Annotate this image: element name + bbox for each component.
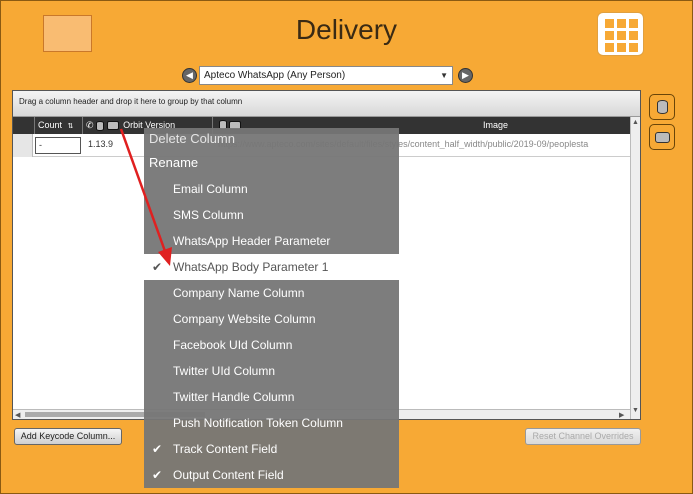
menu-item[interactable]: ✔ Output Content Field xyxy=(144,462,399,488)
menu-item-label: Company Name Column xyxy=(173,286,305,300)
scroll-up-icon[interactable]: ▲ xyxy=(632,119,639,126)
menu-item[interactable]: Twitter Handle Column xyxy=(144,384,399,410)
menu-item[interactable]: Twitter UId Column xyxy=(144,358,399,384)
menu-item-label: Twitter Handle Column xyxy=(173,390,295,404)
page-title: Delivery xyxy=(295,14,398,45)
menu-item-label: Company Website Column xyxy=(173,312,316,326)
column-header-label: Image xyxy=(483,120,509,130)
column-header-count[interactable]: Count ⇅ xyxy=(35,117,83,134)
check-icon: ✔ xyxy=(152,442,163,456)
menu-item-label: Track Content Field xyxy=(173,442,278,456)
menu-item-label: Facebook UId Column xyxy=(173,338,293,352)
grid-cell-icon xyxy=(617,19,626,28)
menu-item[interactable]: Email Column xyxy=(144,176,399,202)
row-header-column xyxy=(13,117,35,134)
count-cell[interactable]: - xyxy=(35,137,81,154)
menu-item-label: WhatsApp Header Parameter xyxy=(173,234,331,248)
grid-cell-icon xyxy=(629,43,638,52)
source-select[interactable]: Apteco WhatsApp (Any Person) ▼ xyxy=(199,66,453,85)
grid-cell-icon xyxy=(605,19,614,28)
grid-cell-icon xyxy=(629,31,638,40)
menu-item-label: Output Content Field xyxy=(173,468,284,482)
reset-channel-overrides-button[interactable]: Reset Channel Overrides xyxy=(525,428,641,445)
add-keycode-column-button[interactable]: Add Keycode Column... xyxy=(14,428,122,445)
column-header-label: Count xyxy=(38,120,63,130)
grid-cell-icon xyxy=(617,43,626,52)
sort-icon: ⇅ xyxy=(67,123,74,130)
channel-icon xyxy=(106,121,119,131)
menu-item[interactable]: Company Website Column xyxy=(144,306,399,332)
menu-item[interactable]: Facebook UId Column xyxy=(144,332,399,358)
grid-cell-icon xyxy=(617,31,626,40)
database-button[interactable] xyxy=(649,94,675,120)
menu-item-label: SMS Column xyxy=(173,208,244,222)
menu-item-label: Delete Column xyxy=(149,131,235,146)
next-source-button[interactable]: ▶ xyxy=(458,68,473,83)
menu-item[interactable]: ✔ WhatsApp Body Parameter 1 xyxy=(144,254,399,280)
channel-button[interactable] xyxy=(649,124,675,150)
cylinder-icon xyxy=(96,120,105,131)
grid-cell-icon xyxy=(605,43,614,52)
scroll-left-icon[interactable]: ◀ xyxy=(15,411,20,419)
menu-item-label: Email Column xyxy=(173,182,248,196)
menu-item-label: WhatsApp Body Parameter 1 xyxy=(173,260,329,274)
source-select-value: Apteco WhatsApp (Any Person) xyxy=(204,70,346,81)
menu-item[interactable]: ✔ Track Content Field xyxy=(144,436,399,462)
menu-item-delete-column[interactable]: Delete Column xyxy=(144,126,399,152)
menu-item-label: Rename xyxy=(149,155,199,170)
menu-item[interactable]: Company Name Column xyxy=(144,280,399,306)
version-cell[interactable]: 1.13.9 xyxy=(88,139,113,149)
menu-item-rename[interactable]: Rename xyxy=(144,150,399,176)
check-icon: ✔ xyxy=(152,468,163,482)
menu-item[interactable]: SMS Column xyxy=(144,202,399,228)
chevron-down-icon: ▼ xyxy=(440,71,448,80)
previous-source-button[interactable]: ◀ xyxy=(182,68,197,83)
group-by-bar[interactable]: Drag a column header and drop it here to… xyxy=(13,91,640,117)
row-header[interactable] xyxy=(13,134,33,157)
column-context-menu: Delete Column Rename Email Column SMS Col… xyxy=(144,128,399,488)
whatsapp-icon: ✆ xyxy=(86,120,94,130)
cylinder-icon xyxy=(657,100,668,114)
scroll-down-icon[interactable]: ▼ xyxy=(632,407,639,414)
menu-item[interactable]: WhatsApp Header Parameter xyxy=(144,228,399,254)
scroll-right-icon[interactable]: ▶ xyxy=(619,411,624,419)
menu-item-label: Push Notification Token Column xyxy=(173,416,343,430)
grid-cell-icon xyxy=(629,19,638,28)
grid-cell-icon xyxy=(605,31,614,40)
apps-grid-button[interactable] xyxy=(597,12,644,56)
vertical-scrollbar[interactable]: ▲ ▼ xyxy=(630,117,640,419)
check-icon: ✔ xyxy=(152,260,163,274)
menu-item[interactable]: Push Notification Token Column xyxy=(144,410,399,436)
channel-icon xyxy=(655,132,670,143)
menu-item-label: Twitter UId Column xyxy=(173,364,276,378)
